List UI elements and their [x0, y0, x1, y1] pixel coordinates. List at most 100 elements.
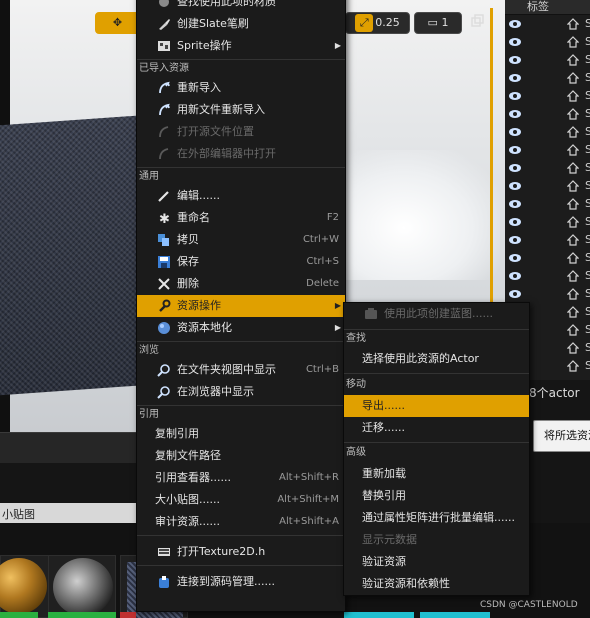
migrate-label: 迁移...... [362, 421, 405, 434]
separator [137, 167, 345, 168]
open-external-editor-item[interactable]: 在外部编辑器中打开 [137, 143, 345, 165]
edit-item[interactable]: 编辑...... [137, 185, 345, 207]
blueprint-icon [364, 307, 378, 321]
visibility-eye-icon[interactable] [508, 199, 522, 209]
outliner-row[interactable]: S [505, 214, 590, 232]
show-in-folder-view-item[interactable]: 在文件夹视图中显示 Ctrl+B [137, 359, 345, 381]
outliner-row[interactable]: S [505, 70, 590, 88]
visibility-eye-icon[interactable] [508, 253, 522, 263]
reimport-new-file-item[interactable]: 用新文件重新导入 [137, 99, 345, 121]
scale-snap-button[interactable]: ⤢ 0.25 [345, 12, 410, 34]
outliner-row[interactable]: S [505, 250, 590, 268]
visibility-eye-icon[interactable] [508, 55, 522, 65]
bulk-edit-item[interactable]: 通过属性矩阵进行批量编辑...... [344, 507, 529, 529]
duplicate-item[interactable]: 拷贝 Ctrl+W [137, 229, 345, 251]
actor-type-icon [566, 18, 580, 30]
outliner-row[interactable]: S [505, 268, 590, 286]
visibility-eye-icon[interactable] [508, 73, 522, 83]
visibility-eye-icon[interactable] [508, 163, 522, 173]
find-materials-item[interactable]: 查找使用此项的材质 [137, 0, 345, 13]
audit-assets-item-label: 审计资源...... [155, 515, 220, 528]
visibility-eye-icon[interactable] [508, 271, 522, 281]
open-header-item[interactable]: 打开Texture2D.h [137, 541, 345, 563]
section-imported-assets: 已导入资源 [139, 63, 189, 74]
outliner-row[interactable]: S [505, 232, 590, 250]
outliner-row-label: S [585, 161, 590, 174]
asset-localization-item[interactable]: 资源本地化 ▶ [137, 317, 345, 339]
shortcut-hint: Ctrl+B [305, 364, 339, 375]
reload-item[interactable]: 重新加载 [344, 463, 529, 485]
migrate-item[interactable]: 迁移...... [344, 417, 529, 439]
validate-dependencies-item[interactable]: 验证资源和依赖性 [344, 573, 529, 595]
outliner-row-label: S [585, 125, 590, 138]
replace-references-item[interactable]: 替换引用 [344, 485, 529, 507]
asset-thumbnail-metal[interactable] [48, 555, 116, 618]
asset-actions-item[interactable]: 资源操作 ▶ [137, 295, 345, 317]
open-source-location-item[interactable]: 打开源文件位置 [137, 121, 345, 143]
connect-source-control-item[interactable]: 连接到源码管理...... [137, 571, 345, 593]
sprite-actions-item[interactable]: Sprite操作 ▶ [137, 35, 345, 57]
reload-label: 重新加载 [362, 467, 406, 480]
visibility-eye-icon[interactable] [508, 289, 522, 299]
metal-sphere-preview [53, 558, 113, 616]
outliner-row[interactable]: S [505, 142, 590, 160]
outliner-row[interactable]: S [505, 178, 590, 196]
create-blueprint-item[interactable]: 使用此项创建蓝图...... [344, 303, 529, 325]
submenu-arrow-icon: ▶ [334, 41, 341, 50]
shortcut-hint: Alt+Shift+R [279, 472, 339, 483]
visibility-eye-icon[interactable] [508, 181, 522, 191]
outliner-row[interactable]: S [505, 124, 590, 142]
copy-reference-item[interactable]: 复制引用 [137, 423, 345, 445]
sprite-actions-item-label: Sprite操作 [177, 39, 232, 52]
save-item[interactable]: 保存 Ctrl+S [137, 251, 345, 273]
outliner-row[interactable]: S [505, 106, 590, 124]
select-actor-item[interactable]: 选择使用此资源的Actor [344, 348, 529, 370]
visibility-eye-icon[interactable] [508, 19, 522, 29]
outliner-row[interactable]: S [505, 88, 590, 106]
outliner-row[interactable]: S [505, 52, 590, 70]
outliner-row[interactable]: S [505, 160, 590, 178]
visibility-eye-icon[interactable] [508, 145, 522, 155]
actor-type-icon [566, 234, 580, 246]
size-map-item[interactable]: 大小贴图...... Alt+Shift+M [137, 489, 345, 511]
section-move: 移动 [346, 379, 366, 390]
export-item[interactable]: 导出...... [344, 395, 529, 417]
delete-item-label: 删除 [177, 277, 199, 290]
audit-assets-item[interactable]: 审计资源...... Alt+Shift+A [137, 511, 345, 533]
outliner-row-label: S [585, 107, 590, 120]
delete-item[interactable]: 删除 Delete [137, 273, 345, 295]
visibility-eye-icon[interactable] [508, 91, 522, 101]
show-in-browser-item[interactable]: 在浏览器中显示 [137, 381, 345, 403]
sphere-preview [0, 558, 47, 614]
separator [137, 565, 345, 566]
outliner-row[interactable]: S [505, 34, 590, 52]
actor-type-icon [566, 270, 580, 282]
actor-type-icon [566, 36, 580, 48]
validate-assets-item[interactable]: 验证资源 [344, 551, 529, 573]
camera-speed-button[interactable]: ▭ 1 [414, 12, 462, 34]
reference-viewer-item[interactable]: 引用查看器...... Alt+Shift+R [137, 467, 345, 489]
actor-type-icon [566, 288, 580, 300]
size-map-item-label: 大小贴图...... [155, 493, 220, 506]
visibility-eye-icon[interactable] [508, 217, 522, 227]
outliner-row[interactable]: S [505, 16, 590, 34]
copy-file-path-item-label: 复制文件路径 [155, 449, 221, 462]
reimport-item[interactable]: 重新导入 [137, 77, 345, 99]
copy-file-path-item[interactable]: 复制文件路径 [137, 445, 345, 467]
visibility-eye-icon[interactable] [508, 37, 522, 47]
actor-type-icon [566, 90, 580, 102]
rename-item[interactable]: ✱ 重命名 F2 [137, 207, 345, 229]
content-browser-search[interactable]: 小贴图 [0, 503, 136, 523]
outliner-row-label: S [585, 89, 590, 102]
create-slate-brush-item[interactable]: 创建Slate笔刷 [137, 13, 345, 35]
maximize-viewport-button[interactable] [468, 14, 486, 32]
select-assets-button[interactable]: 将所选资源 [533, 420, 590, 452]
outliner-row[interactable]: S [505, 196, 590, 214]
outliner-label-column[interactable]: 标签 [527, 0, 549, 14]
replace-references-label: 替换引用 [362, 489, 406, 502]
transform-mode-button[interactable]: ✥ [95, 12, 140, 34]
visibility-eye-icon[interactable] [508, 109, 522, 119]
visibility-eye-icon[interactable] [508, 127, 522, 137]
visibility-eye-icon[interactable] [508, 235, 522, 245]
show-metadata-item[interactable]: 显示元数据 [344, 529, 529, 551]
